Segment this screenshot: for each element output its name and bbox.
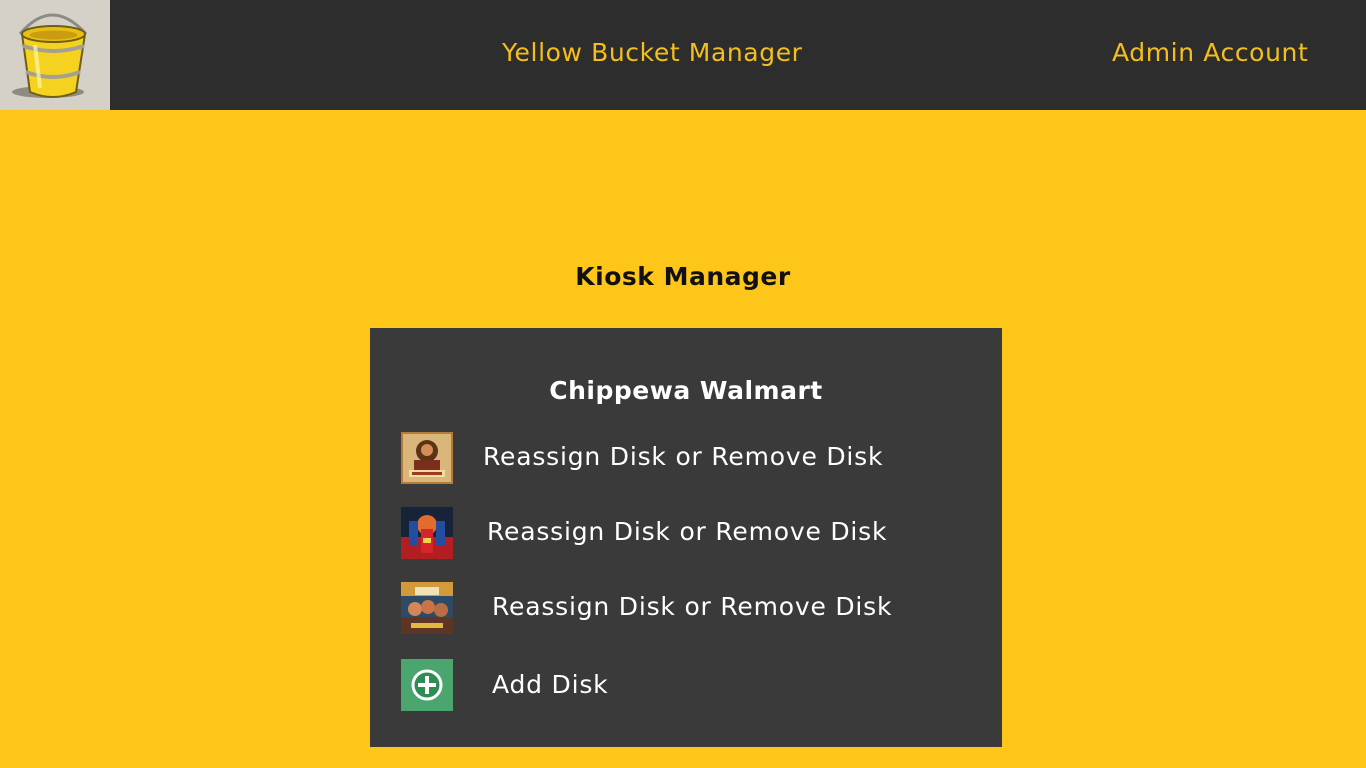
reassign-remove-disk-link[interactable]: Reassign Disk or Remove Disk bbox=[492, 592, 892, 621]
reassign-remove-disk-link[interactable]: Reassign Disk or Remove Disk bbox=[483, 442, 883, 471]
movie-poster-thumbnail bbox=[401, 507, 453, 559]
app-title: Yellow Bucket Manager bbox=[502, 38, 803, 67]
admin-account-link[interactable]: Admin Account bbox=[1112, 38, 1308, 67]
reassign-remove-disk-link[interactable]: Reassign Disk or Remove Disk bbox=[487, 517, 887, 546]
page-title: Kiosk Manager bbox=[575, 262, 791, 291]
add-disk-row: Add Disk bbox=[370, 657, 1002, 713]
disk-row: Reassign Disk or Remove Disk bbox=[370, 430, 1002, 486]
top-bar: Yellow Bucket Manager Admin Account bbox=[0, 0, 1366, 110]
add-disk-link[interactable]: Add Disk bbox=[492, 670, 608, 699]
movie-poster-thumbnail bbox=[401, 432, 453, 484]
movie-poster-thumbnail bbox=[401, 582, 453, 634]
yellow-bucket-logo-icon[interactable] bbox=[0, 0, 110, 110]
kiosk-panel: Chippewa Walmart Reassign Disk or Remove… bbox=[370, 328, 1002, 747]
add-disk-button[interactable] bbox=[401, 659, 453, 711]
disk-row: Reassign Disk or Remove Disk bbox=[370, 505, 1002, 561]
kiosk-name: Chippewa Walmart bbox=[549, 376, 823, 405]
disk-row: Reassign Disk or Remove Disk bbox=[370, 580, 1002, 636]
plus-circle-icon bbox=[411, 669, 443, 701]
